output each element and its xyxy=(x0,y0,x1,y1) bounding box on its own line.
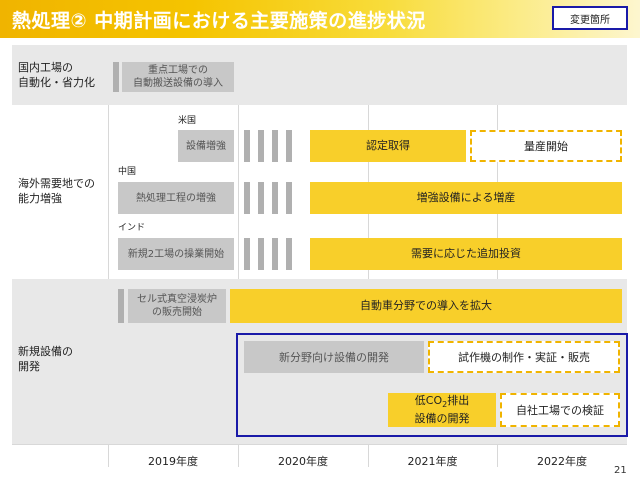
bar-us-equipment: 設備増強 xyxy=(178,130,234,162)
region-china: 中国 xyxy=(118,167,137,177)
bar-low-co2-development: 低CO2排出 設備の開発 xyxy=(388,393,496,427)
bar-us-mass-production: 量産開始 xyxy=(470,130,622,162)
stripe-mark xyxy=(272,238,278,270)
year-label: 2020年度 xyxy=(278,455,328,468)
region-us: 米国 xyxy=(178,116,197,126)
year-label: 2022年度 xyxy=(537,455,587,468)
stripe-mark xyxy=(272,130,278,162)
row-label-domestic: 国内工場の 自動化・省力化 xyxy=(18,61,95,89)
stripe-mark xyxy=(258,238,264,270)
stripe-mark xyxy=(272,182,278,214)
stripe-mark xyxy=(286,238,292,270)
bar-automotive-expansion: 自動車分野での導入を拡大 xyxy=(230,289,622,323)
bar-new-field-development: 新分野向け設備の開発 xyxy=(244,341,424,373)
bar-us-certification: 認定取得 xyxy=(310,130,466,162)
row-separator xyxy=(12,444,627,445)
bar-india-investment: 需要に応じた追加投資 xyxy=(310,238,622,270)
stripe-mark xyxy=(258,130,264,162)
year-label: 2019年度 xyxy=(148,455,198,468)
stripe-mark xyxy=(244,130,250,162)
change-badge: 変更箇所 xyxy=(552,6,628,30)
bar-vacuum-furnace-sales: セル式真空浸炭炉 の販売開始 xyxy=(128,289,226,323)
region-india: インド xyxy=(118,223,146,233)
stripe-mark xyxy=(286,182,292,214)
stripe-mark xyxy=(244,238,250,270)
row-label-new-equipment: 新規設備の 開発 xyxy=(18,345,73,373)
bar-india-new-plants: 新規2工場の操業開始 xyxy=(118,238,234,270)
page-number: 21 xyxy=(614,465,627,476)
year-label: 2021年度 xyxy=(407,455,458,468)
stripe-mark xyxy=(286,130,292,162)
bar-tick xyxy=(113,62,119,92)
bar-china-heat-treatment: 熱処理工程の増強 xyxy=(118,182,234,214)
bar-china-production: 増強設備による増産 xyxy=(310,182,622,214)
bar-domestic-automation: 重点工場での 自動搬送設備の導入 xyxy=(122,62,234,92)
bar-prototype: 試作機の制作・実証・販売 xyxy=(428,341,620,373)
stripe-mark xyxy=(258,182,264,214)
stripe-mark xyxy=(244,182,250,214)
page-title: 熱処理② 中期計画における主要施策の進捗状況 xyxy=(12,10,426,32)
bar-tick xyxy=(118,289,124,323)
bar-in-house-verification: 自社工場での検証 xyxy=(500,393,620,427)
row-label-overseas: 海外需要地での 能力増強 xyxy=(18,177,95,205)
